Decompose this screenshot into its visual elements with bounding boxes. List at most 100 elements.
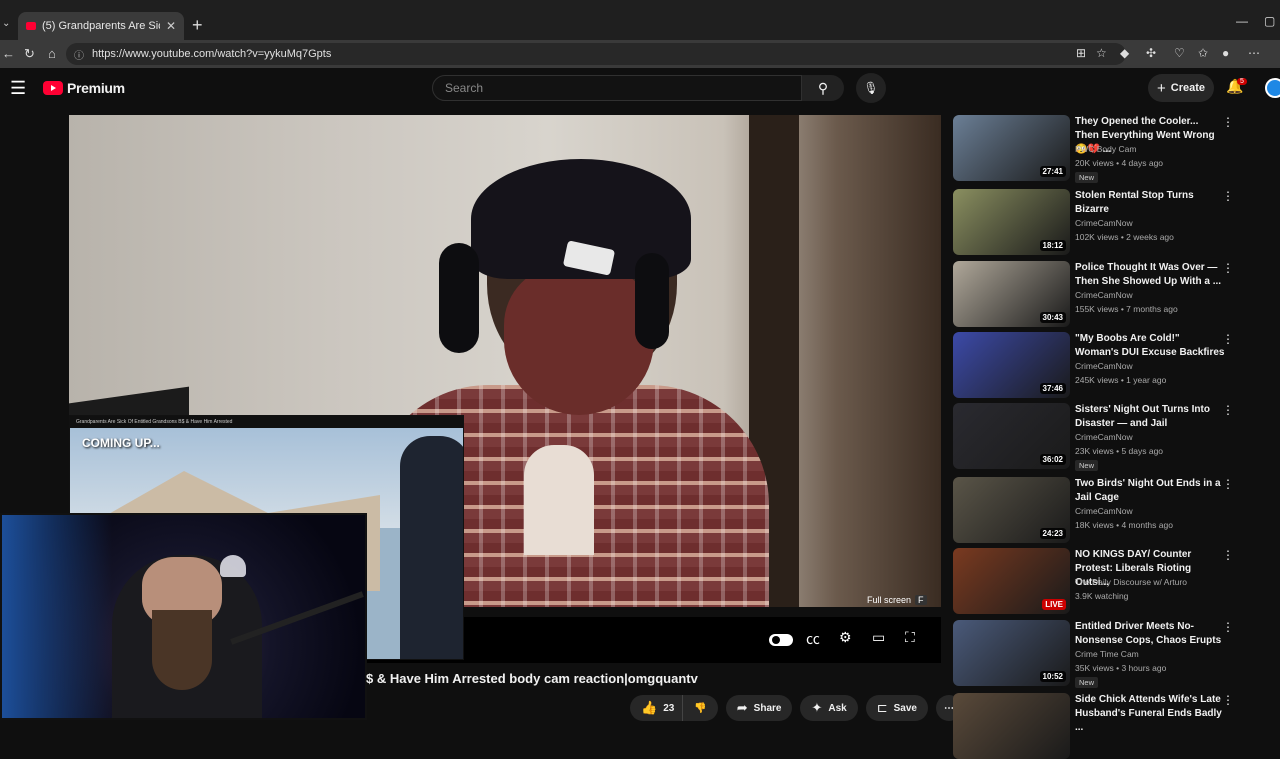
plus-icon: + xyxy=(1156,79,1166,97)
more-vertical-icon[interactable]: ⋮ xyxy=(1222,332,1234,346)
video-thumbnail[interactable]: 30:43 xyxy=(953,261,1070,327)
recommendation-item[interactable]: 27:41 They Opened the Cooler... Then Ever… xyxy=(953,115,1273,183)
like-count: 23 xyxy=(663,702,675,714)
recommendation-item[interactable]: 18:12 Stolen Rental Stop Turns Bizarre Cri… xyxy=(953,189,1273,255)
youtube-header: ☰ Premium Search ⚲ 🎙 + Create 🔔 5 xyxy=(0,68,1280,110)
video-thumbnail[interactable]: 27:41 xyxy=(953,115,1070,181)
recommendation-channel[interactable]: CrimeCamNow xyxy=(1075,361,1133,371)
video-thumbnail[interactable]: 37:46 xyxy=(953,332,1070,398)
webcam-beard xyxy=(152,610,212,690)
browser-tab[interactable]: (5) Grandparents Are Sick Of Entit ✕ xyxy=(18,12,184,40)
recommendation-item[interactable]: 37:46 "My Boobs Are Cold!" Woman's DUI Ex… xyxy=(953,332,1273,398)
more-vertical-icon[interactable]: ⋮ xyxy=(1222,115,1234,129)
home-icon[interactable]: ⌂ xyxy=(48,46,56,61)
browser-essentials-icon[interactable]: ♡ xyxy=(1174,46,1185,60)
more-menu-icon[interactable]: ⋯ xyxy=(1248,46,1260,60)
autoplay-toggle[interactable] xyxy=(769,634,793,646)
more-vertical-icon[interactable]: ⋮ xyxy=(1222,261,1234,275)
create-button[interactable]: + Create xyxy=(1148,74,1214,102)
clip-officer xyxy=(400,436,463,659)
recommendation-title[interactable]: Entitled Driver Meets No-Nonsense Cops, … xyxy=(1075,620,1225,648)
more-vertical-icon[interactable]: ⋮ xyxy=(1222,693,1234,707)
like-button[interactable]: 👍 23 xyxy=(630,695,683,721)
recommendation-item[interactable]: LIVE NO KINGS DAY/ Counter Protest: Liber… xyxy=(953,548,1273,614)
recommendation-item[interactable]: 24:23 Two Birds' Night Out Ends in a Jail… xyxy=(953,477,1273,543)
recommendation-meta: 20K views • 4 days ago xyxy=(1075,158,1164,168)
recommendation-title[interactable]: Police Thought It Was Over — Then She Sh… xyxy=(1075,261,1225,289)
tab-list-icon[interactable]: ⌄ xyxy=(2,18,10,29)
app-icon[interactable]: ⊞ xyxy=(1076,46,1086,60)
more-vertical-icon[interactable]: ⋮ xyxy=(1222,403,1234,417)
recommendation-channel[interactable]: The Daily Discourse w/ Arturo xyxy=(1075,577,1187,587)
recommendation-channel[interactable]: CrimeCamNow xyxy=(1075,218,1133,228)
more-vertical-icon[interactable]: ⋮ xyxy=(1222,189,1234,203)
video-thumbnail[interactable]: 18:12 xyxy=(953,189,1070,255)
recommendation-meta: 3.9K watching xyxy=(1075,591,1129,601)
settings-gear-icon[interactable]: ⚙ xyxy=(839,629,852,646)
webcam-blue-light xyxy=(2,515,112,718)
fullscreen-icon[interactable]: ⛶ xyxy=(905,629,915,646)
hamburger-menu-icon[interactable]: ☰ xyxy=(10,78,26,99)
extensions-puzzle-icon[interactable]: ✣ xyxy=(1146,46,1156,60)
video-thumbnail[interactable] xyxy=(953,693,1070,759)
recommendation-title[interactable]: Two Birds' Night Out Ends in a Jail Cage xyxy=(1075,477,1225,505)
tab-close-icon[interactable]: ✕ xyxy=(166,19,176,33)
ask-button[interactable]: ✦ Ask xyxy=(800,695,858,721)
save-label: Save xyxy=(893,702,917,714)
video-thumbnail[interactable]: LIVE xyxy=(953,548,1070,614)
favorite-star-icon[interactable]: ☆ xyxy=(1096,46,1107,60)
recommendation-title[interactable]: Side Chick Attends Wife's Late Husband's… xyxy=(1075,693,1225,735)
more-vertical-icon[interactable]: ⋮ xyxy=(1222,620,1234,634)
save-button[interactable]: ⊏ Save xyxy=(865,695,928,721)
dislike-button[interactable]: 👎 xyxy=(682,695,718,721)
recommendation-item[interactable]: 36:02 Sisters' Night Out Turns Into Disas… xyxy=(953,403,1273,471)
recommendation-channel[interactable]: CrimeCamNow xyxy=(1075,432,1133,442)
recommendation-meta: 102K views • 2 weeks ago xyxy=(1075,232,1174,242)
recommendation-item[interactable]: 10:52 Entitled Driver Meets No-Nonsense C… xyxy=(953,620,1273,688)
captions-icon[interactable]: ㏄ xyxy=(806,629,820,649)
youtube-favicon-icon xyxy=(26,22,36,30)
video-duration: 30:43 xyxy=(1039,312,1066,323)
minimize-icon[interactable]: — xyxy=(1236,14,1248,28)
share-arrow-icon: ➦ xyxy=(736,700,748,715)
logo-text: Premium xyxy=(67,80,125,96)
search-input[interactable]: Search xyxy=(432,75,802,101)
video-thumbnail[interactable]: 24:23 xyxy=(953,477,1070,543)
voice-search-button[interactable]: 🎙 xyxy=(856,73,886,103)
recommendation-channel[interactable]: FWC Body Cam xyxy=(1075,144,1136,154)
browser-tabstrip: ⌄ (5) Grandparents Are Sick Of Entit ✕ +… xyxy=(0,0,1280,40)
extension-icon[interactable]: ◆ xyxy=(1120,46,1129,60)
reload-icon[interactable]: ↻ xyxy=(24,46,35,62)
account-avatar[interactable] xyxy=(1265,78,1280,98)
new-tab-button[interactable]: + xyxy=(192,16,203,34)
new-badge: New xyxy=(1075,172,1099,183)
recommendation-channel[interactable]: Crime Time Cam xyxy=(1075,649,1139,659)
theater-mode-icon[interactable]: ▭ xyxy=(872,629,885,646)
recommendation-meta: 18K views • 4 months ago xyxy=(1075,520,1173,530)
favorites-icon[interactable]: ✩ xyxy=(1198,46,1208,60)
site-info-icon[interactable]: ⓘ xyxy=(74,47,84,62)
video-duration: 24:23 xyxy=(1039,528,1066,539)
more-vertical-icon[interactable]: ⋮ xyxy=(1222,477,1234,491)
recommendation-channel[interactable]: CrimeCamNow xyxy=(1075,290,1133,300)
youtube-premium-logo[interactable]: Premium xyxy=(43,80,125,96)
recommendation-title[interactable]: Sisters' Night Out Turns Into Disaster —… xyxy=(1075,403,1225,431)
new-badge: New xyxy=(1075,677,1099,688)
recommendation-channel[interactable]: CrimeCamNow xyxy=(1075,506,1133,516)
address-bar[interactable]: ⓘ https://www.youtube.com/watch?v=yykuMq… xyxy=(66,43,1126,65)
fullscreen-shortcut-key: F xyxy=(915,595,927,605)
recommendation-item[interactable]: Side Chick Attends Wife's Late Husband's… xyxy=(953,693,1273,759)
recommendation-item[interactable]: 30:43 Police Thought It Was Over — Then S… xyxy=(953,261,1273,327)
more-vertical-icon[interactable]: ⋮ xyxy=(1222,548,1234,562)
recommendation-title[interactable]: "My Boobs Are Cold!" Woman's DUI Excuse … xyxy=(1075,332,1225,360)
microphone-icon: 🎙 xyxy=(863,81,879,95)
profile-avatar-icon[interactable]: ● xyxy=(1222,46,1229,60)
sparkle-icon: ✦ xyxy=(811,700,823,715)
back-icon[interactable]: ← xyxy=(2,46,15,61)
maximize-icon[interactable]: ▢ xyxy=(1264,14,1275,28)
search-button[interactable]: ⚲ xyxy=(802,75,844,101)
share-button[interactable]: ➦ Share xyxy=(725,695,793,721)
video-thumbnail[interactable]: 36:02 xyxy=(953,403,1070,469)
recommendation-title[interactable]: Stolen Rental Stop Turns Bizarre xyxy=(1075,189,1225,217)
video-thumbnail[interactable]: 10:52 xyxy=(953,620,1070,686)
